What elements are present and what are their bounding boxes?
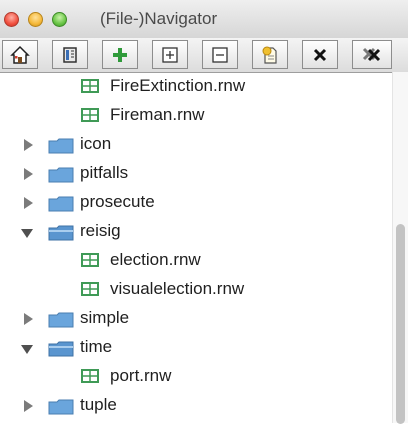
bookmarks-button[interactable] [52, 40, 88, 69]
tree-item-folder[interactable]: icon [0, 130, 392, 159]
folder-icon [48, 312, 74, 328]
file-icon [81, 282, 99, 296]
disclosure-arrow-expanded[interactable] [21, 345, 33, 354]
plus-icon [113, 47, 127, 62]
tree-item-label: visualelection.rnw [110, 279, 245, 298]
minimize-window-button[interactable] [28, 12, 43, 27]
folder-icon [48, 138, 74, 154]
tree-item-label: reisig [80, 221, 121, 240]
close-all-button[interactable] [352, 40, 392, 69]
file-icon [81, 253, 99, 267]
tree-item-label: election.rnw [110, 250, 201, 269]
tree-item-folder[interactable]: reisig [0, 217, 392, 246]
scrollbar-thumb[interactable] [396, 224, 405, 424]
tree-item-folder[interactable]: prosecute [0, 188, 392, 217]
disclosure-arrow-collapsed[interactable] [24, 400, 33, 412]
tree-item-folder[interactable]: time [0, 333, 392, 362]
file-icon [81, 108, 99, 122]
home-icon [10, 45, 30, 64]
tree-item-label: icon [80, 134, 112, 153]
expand-all-button[interactable] [152, 40, 188, 69]
tree-item-label: time [80, 337, 113, 356]
collapse-all-button[interactable] [202, 40, 238, 69]
file-icon [81, 79, 99, 93]
collapse-all-icon [212, 46, 228, 63]
home-button[interactable] [2, 40, 38, 69]
tree-item-label: FireExtinction.rnw [110, 76, 246, 95]
open-folder-icon [48, 341, 74, 357]
tree-item-file[interactable]: Fireman.rnw [0, 101, 392, 130]
tree-item-label: prosecute [80, 192, 155, 211]
tree-item-folder[interactable]: simple [0, 304, 392, 333]
folder-icon [48, 167, 74, 183]
disclosure-arrow-collapsed[interactable] [24, 197, 33, 209]
tree-item-file[interactable]: FireExtinction.rnw [0, 72, 392, 101]
book-icon [63, 46, 77, 63]
tree-item-folder[interactable]: tuple [0, 391, 392, 420]
tree-item-label: Fireman.rnw [110, 105, 205, 124]
navigator-window: (File-)Navigator FireExtinction.rnw Fire… [0, 0, 408, 424]
folder-icon [48, 196, 74, 212]
tree-item-file[interactable]: port.rnw [0, 362, 392, 391]
tree-item-file[interactable]: visualelection.rnw [0, 275, 392, 304]
tree-item-folder[interactable]: pitfalls [0, 159, 392, 188]
add-button[interactable] [102, 40, 138, 69]
close-x-icon [313, 48, 327, 61]
close-button[interactable] [302, 40, 338, 69]
toolbar [0, 38, 408, 73]
tree-item-label: pitfalls [80, 163, 129, 182]
expand-all-icon [162, 46, 178, 63]
zoom-window-button[interactable] [52, 12, 67, 27]
window-title: (File-)Navigator [100, 9, 218, 28]
vertical-scrollbar[interactable] [392, 72, 408, 424]
disclosure-arrow-expanded[interactable] [21, 229, 33, 238]
new-document-button[interactable] [252, 40, 288, 69]
disclosure-arrow-collapsed[interactable] [24, 168, 33, 180]
disclosure-arrow-collapsed[interactable] [24, 139, 33, 151]
document-star-icon [262, 46, 277, 64]
close-all-icon [362, 47, 381, 61]
file-icon [81, 369, 99, 383]
tree-item-file[interactable]: election.rnw [0, 246, 392, 275]
folder-icon [48, 399, 74, 415]
tree-item-label: simple [80, 308, 130, 327]
tree-item-label: port.rnw [110, 366, 172, 385]
title-bar: (File-)Navigator [0, 0, 408, 39]
disclosure-arrow-collapsed[interactable] [24, 313, 33, 325]
file-tree: FireExtinction.rnw Fireman.rnw icon pitf… [0, 72, 392, 423]
tree-item-label: tuple [80, 395, 117, 414]
open-folder-icon [48, 225, 74, 241]
close-window-button[interactable] [4, 12, 19, 27]
